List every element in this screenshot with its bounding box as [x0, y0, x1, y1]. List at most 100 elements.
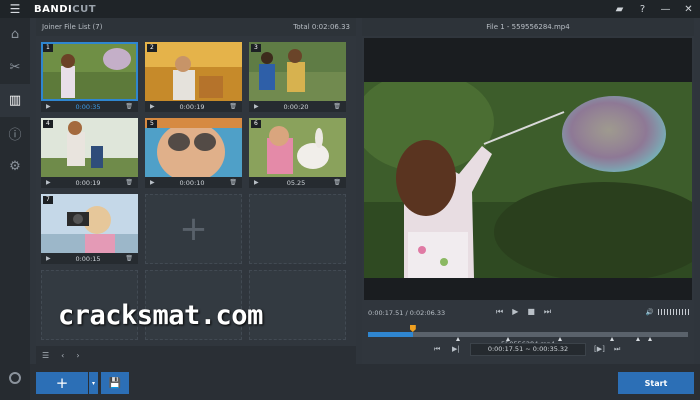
playhead-handle[interactable]	[409, 325, 416, 332]
play-icon[interactable]: ▶	[254, 103, 259, 110]
video-preview[interactable]	[364, 38, 692, 300]
clip-thumbnail[interactable]: 4	[41, 118, 138, 177]
next-frame-icon[interactable]: ⏭	[544, 307, 551, 317]
clip-controls: ▶ 0:00:19 🗑	[41, 177, 138, 188]
clip-thumbnail-image	[41, 118, 138, 177]
left-navigation-rail: ⌂ ✂ ▥ ⓘ ⚙	[0, 18, 30, 400]
play-icon[interactable]: ▶	[46, 103, 51, 110]
record-icon[interactable]	[0, 368, 30, 388]
set-start-icon[interactable]: ▶|	[452, 345, 460, 353]
delete-icon[interactable]: 🗑	[125, 103, 133, 110]
clip-item[interactable]: 2 ▶ 0:00:19 🗑	[145, 42, 242, 112]
play-icon[interactable]: ▶	[46, 255, 51, 262]
clip-controls: ▶ 0:00:35 🗑	[41, 101, 138, 112]
clip-thumbnail[interactable]: 6	[249, 118, 346, 177]
preview-panel: File 1 - 559556284.mp4 0:00:17.51 / 0:02…	[362, 18, 694, 364]
clip-duration: 0:00:35	[75, 102, 101, 111]
clip-thumbnail[interactable]: 1	[41, 42, 138, 101]
start-button[interactable]: Start	[618, 372, 694, 394]
prev-frame-icon[interactable]: ⏮	[496, 307, 503, 317]
info-icon[interactable]: ⓘ	[0, 117, 30, 150]
play-icon[interactable]: ▶	[254, 179, 259, 186]
minimize-icon[interactable]: —	[654, 0, 677, 18]
playback-bar: 0:00:17.51 / 0:02:06.33 ⏮ ▶ ■ ⏭ 🔊	[362, 306, 694, 320]
clip-controls: ▶ 0:00:19 🗑	[145, 101, 242, 112]
timeline-slider[interactable]	[368, 325, 688, 341]
clip-thumbnail-image	[145, 42, 242, 101]
clip-item[interactable]: 4 ▶ 0:00:19 🗑	[41, 118, 138, 188]
clip-item[interactable]: 7 ▶ 0:00:15 🗑	[41, 194, 138, 264]
stop-icon[interactable]: ■	[527, 307, 535, 317]
clip-number: 1	[43, 44, 53, 52]
joiner-title: Joiner File List (7)	[42, 23, 103, 31]
save-icon[interactable]: 💾	[101, 372, 129, 394]
clip-number: 5	[147, 120, 157, 128]
clip-controls: ▶ 05.25 🗑	[249, 177, 346, 188]
timeline-track[interactable]	[368, 332, 688, 337]
video-frame	[364, 82, 692, 278]
clip-controls: ▶ 0:00:20 🗑	[249, 101, 346, 112]
clip-item[interactable]: 3 ▶ 0:00:20 🗑	[249, 42, 346, 112]
chevron-right-icon[interactable]: ›	[76, 351, 79, 360]
home-icon[interactable]: ⌂	[0, 18, 30, 51]
delete-icon[interactable]: 🗑	[125, 179, 133, 186]
play-icon[interactable]: ▶	[46, 179, 51, 186]
clip-duration: 0:00:10	[179, 178, 205, 187]
segment-range-field[interactable]: 0:00:17.51 ~ 0:00:35.32	[470, 343, 586, 356]
clip-duration: 05.25	[286, 178, 306, 187]
timeline-progress	[368, 332, 413, 337]
title-bar: ☰ BANDICUT ▰ ? — ✕	[0, 0, 700, 18]
list-delete-icon[interactable]: ☰	[42, 351, 49, 360]
add-clip-slot[interactable]: +	[145, 194, 242, 264]
set-end-icon[interactable]: [▶]	[594, 345, 605, 353]
clip-item[interactable]: 6 ▶ 05.25 🗑	[249, 118, 346, 188]
play-icon[interactable]: ▶	[150, 179, 155, 186]
player-title: File 1 - 559556284.mp4	[362, 18, 694, 36]
chevron-left-icon[interactable]: ‹	[61, 351, 64, 360]
help-icon[interactable]: ?	[631, 0, 654, 18]
go-end-icon[interactable]: ⏭	[614, 345, 620, 354]
clip-thumbnail-image	[41, 194, 138, 253]
watermark-text: cracksmat.com	[58, 300, 263, 331]
clip-thumbnail-image	[249, 42, 346, 101]
clip-duration: 0:00:15	[75, 254, 101, 263]
clip-thumbnail[interactable]: 5	[145, 118, 242, 177]
clip-item[interactable]: 5 ▶ 0:00:10 🗑	[145, 118, 242, 188]
empty-slot	[249, 270, 346, 340]
delete-icon[interactable]: 🗑	[229, 179, 237, 186]
clip-thumbnail[interactable]: 7	[41, 194, 138, 253]
play-icon[interactable]: ▶	[150, 103, 155, 110]
clip-controls: ▶ 0:00:10 🗑	[145, 177, 242, 188]
joiner-footer: ☰ ‹ ›	[36, 346, 356, 364]
bandicut-window: ☰ BANDICUT ▰ ? — ✕ ⌂ ✂ ▥ ⓘ ⚙ Joiner File…	[0, 0, 700, 400]
add-file-button[interactable]: +	[36, 372, 88, 394]
settings-icon[interactable]: ⚙	[0, 150, 30, 183]
clip-number: 6	[251, 120, 261, 128]
hamburger-menu-icon[interactable]: ☰	[0, 0, 30, 18]
clip-thumbnail[interactable]: 3	[249, 42, 346, 101]
close-icon[interactable]: ✕	[677, 0, 700, 18]
empty-slot	[249, 194, 346, 264]
delete-icon[interactable]: 🗑	[333, 103, 341, 110]
segment-range-row: ⏮ ▶| 0:00:17.51 ~ 0:00:35.32 [▶] ⏭	[362, 343, 694, 358]
folder-icon[interactable]: ▰	[608, 0, 631, 18]
clip-thumbnail[interactable]: 2	[145, 42, 242, 101]
clip-thumbnail-image	[41, 42, 138, 101]
clip-duration: 0:00:19	[179, 102, 205, 111]
bottom-toolbar: + ▾ 💾 Start	[30, 364, 700, 400]
go-start-icon[interactable]: ⏮	[434, 345, 440, 354]
delete-icon[interactable]: 🗑	[333, 179, 341, 186]
add-dropdown-chevron-icon[interactable]: ▾	[89, 372, 98, 394]
clip-number: 7	[43, 196, 53, 204]
cut-icon[interactable]: ✂	[0, 51, 30, 84]
volume-slider[interactable]	[658, 309, 690, 315]
clip-number: 4	[43, 120, 53, 128]
playback-time: 0:00:17.51 / 0:02:06.33	[368, 309, 446, 317]
joiner-icon[interactable]: ▥	[0, 84, 30, 117]
delete-icon[interactable]: 🗑	[229, 103, 237, 110]
clip-number: 2	[147, 44, 157, 52]
volume-icon[interactable]: 🔊	[646, 308, 654, 316]
delete-icon[interactable]: 🗑	[125, 255, 133, 262]
play-icon[interactable]: ▶	[512, 307, 518, 317]
clip-item[interactable]: 1 ▶ 0:00:35 🗑	[41, 42, 138, 112]
